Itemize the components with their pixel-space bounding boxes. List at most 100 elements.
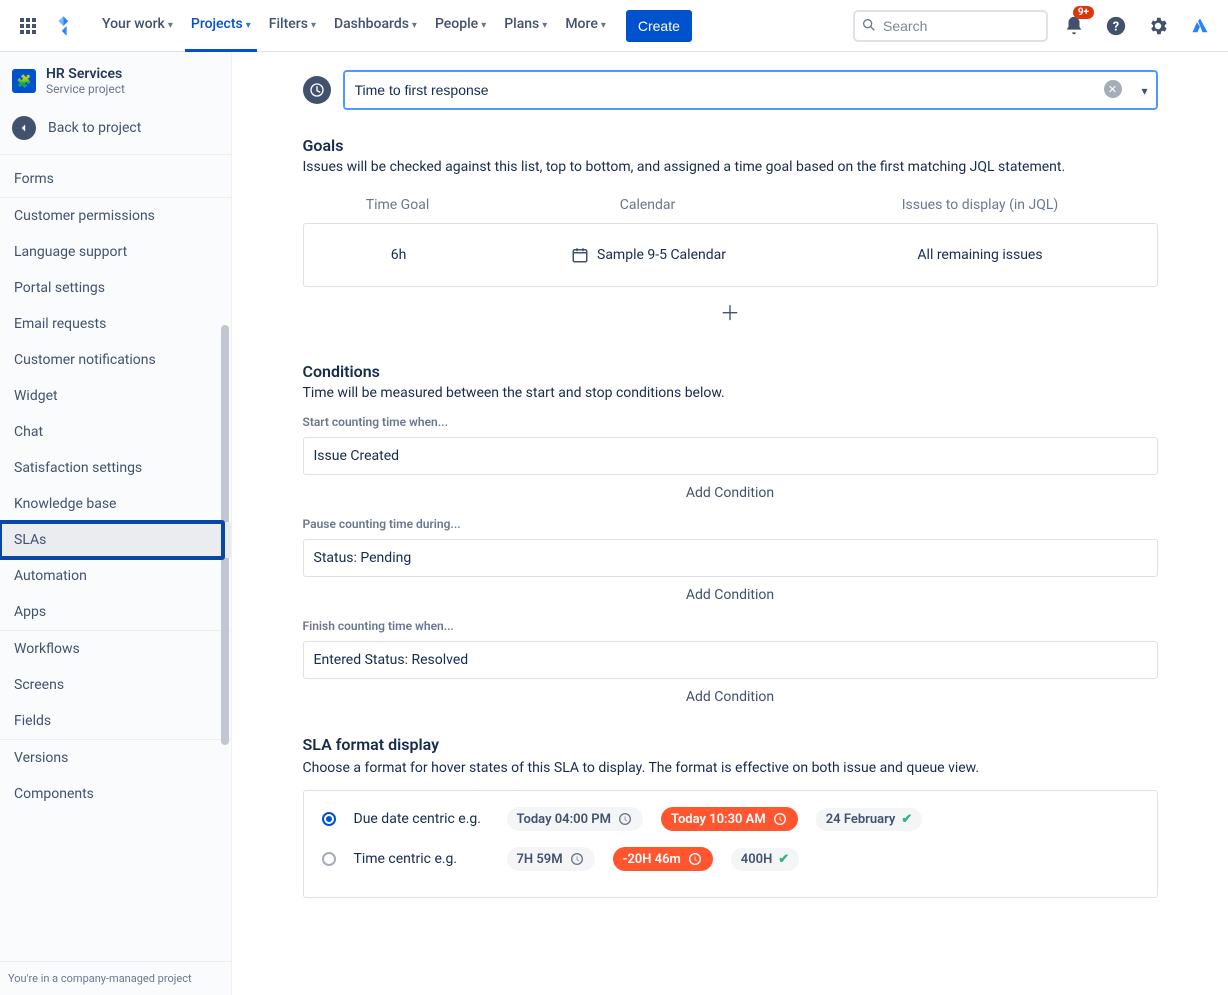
pill-text: -20H 46m [623,852,681,867]
nav-filters[interactable]: Filters▾ [263,0,322,52]
project-name: HR Services [46,66,125,82]
finish-label: Finish counting time when... [303,619,1158,633]
clock-icon [303,76,331,104]
nav-plans[interactable]: Plans▾ [498,0,553,52]
sidebar-item-knowledge-base[interactable]: Knowledge base [0,486,231,522]
pill-time-red: -20H 46m [613,847,713,871]
radio-time-centric[interactable] [322,852,336,866]
finish-condition-box[interactable]: Entered Status: Resolved [303,641,1158,679]
goals-title: Goals [303,136,1158,155]
sidebar-item-slas[interactable]: SLAs [0,522,231,558]
pill-text: Today 04:00 PM [517,812,611,827]
conditions-title: Conditions [303,362,1158,381]
chevron-down-icon: ▾ [601,20,606,31]
help-icon[interactable]: ? [1100,10,1132,42]
nav-projects[interactable]: Projects▾ [185,0,257,52]
sidebar-item-customer-permissions[interactable]: Customer permissions [0,198,231,234]
project-avatar: 🧩 [12,69,36,93]
sla-name-field: ✕ ▾ [343,70,1158,110]
col-time-goal: Time Goal [303,197,493,213]
radio-due-date[interactable] [322,812,336,826]
project-type: Service project [46,82,125,96]
top-nav: Your work▾ Projects▾ Filters▾ Dashboards… [0,0,1228,52]
search-input[interactable] [853,10,1048,42]
sidebar-item-components[interactable]: Components [0,776,231,804]
nav-left: Your work▾ Projects▾ Filters▾ Dashboards… [12,0,692,52]
search-wrap [853,10,1048,42]
add-goal-icon[interactable]: ＋ [720,301,740,325]
sidebar-item-portal-settings[interactable]: Portal settings [0,270,231,306]
pause-value: Status: Pending [314,550,412,566]
sidebar-item-forms[interactable]: Forms [0,161,231,197]
nav-label: More [565,16,598,32]
settings-icon[interactable] [1142,10,1174,42]
nav-label: Plans [504,16,539,32]
search-icon [861,17,877,33]
chevron-down-icon: ▾ [481,20,486,31]
radio-due-label: Due date centric e.g. [354,811,489,827]
sidebar-item-widget[interactable]: Widget [0,378,231,414]
format-row-time: Time centric e.g. 7H 59M -20H 46m 400H ✔ [322,847,1139,871]
nav-dashboards[interactable]: Dashboards▾ [328,0,423,52]
sidebar-item-satisfaction[interactable]: Satisfaction settings [0,450,231,486]
back-label: Back to project [48,120,141,136]
atlassian-icon[interactable] [1184,10,1216,42]
start-value: Issue Created [314,448,400,464]
layout: 🧩 HR Services Service project Back to pr… [0,52,1228,995]
pill-text: 7H 59M [517,852,563,867]
sidebar-item-apps[interactable]: Apps [0,594,231,630]
sidebar-item-email-requests[interactable]: Email requests [0,306,231,342]
nav-people[interactable]: People▾ [429,0,492,52]
conditions-desc: Time will be measured between the start … [303,385,1158,401]
chevron-down-icon: ▾ [542,20,547,31]
pause-condition-box[interactable]: Status: Pending [303,539,1158,577]
nav-your-work[interactable]: Your work▾ [96,0,179,52]
sidebar-item-fields[interactable]: Fields [0,703,231,739]
sidebar-item-versions[interactable]: Versions [0,740,231,776]
chevron-down-icon: ▾ [412,20,417,31]
goal-row[interactable]: 6h Sample 9-5 Calendar All remaining iss… [304,224,1157,286]
jira-logo-icon[interactable] [52,13,78,39]
goal-time: 6h [304,247,494,263]
sidebar-item-customer-notifications[interactable]: Customer notifications [0,342,231,378]
nav-more[interactable]: More▾ [559,0,612,52]
goals-header: Time Goal Calendar Issues to display (in… [303,189,1158,223]
sla-name-input[interactable] [343,70,1158,110]
sidebar: 🧩 HR Services Service project Back to pr… [0,52,232,995]
sidebar-item-language-support[interactable]: Language support [0,234,231,270]
clear-icon[interactable]: ✕ [1104,80,1122,98]
format-row-due: Due date centric e.g. Today 04:00 PM Tod… [322,807,1139,831]
pill-time-grey: 7H 59M [507,847,595,871]
chevron-down-icon[interactable]: ▾ [1141,84,1147,98]
back-to-project[interactable]: Back to project [0,102,231,154]
chevron-down-icon: ▾ [168,20,173,31]
app-switcher-icon[interactable] [12,10,44,42]
add-finish-condition[interactable]: Add Condition [303,681,1158,711]
check-icon: ✔ [901,812,912,827]
sidebar-item-automation[interactable]: Automation [0,558,231,594]
clock-icon [772,811,788,827]
nav-label: Projects [191,16,243,32]
col-jql: Issues to display (in JQL) [803,197,1158,213]
goal-calendar: Sample 9-5 Calendar [494,246,804,264]
start-condition-box[interactable]: Issue Created [303,437,1158,475]
notifications-icon[interactable]: 9+ [1058,10,1090,42]
pill-text: Today 10:30 AM [671,812,766,827]
add-pause-condition[interactable]: Add Condition [303,579,1158,609]
goal-jql: All remaining issues [804,247,1157,263]
clock-icon [687,851,703,867]
pill-due-red: Today 10:30 AM [661,807,798,831]
finish-value: Entered Status: Resolved [314,652,469,668]
pill-time-done: 400H ✔ [731,848,799,871]
sidebar-item-workflows[interactable]: Workflows [0,631,231,667]
add-goal-row: ＋ [303,287,1158,336]
create-button[interactable]: Create [626,10,692,42]
sidebar-item-screens[interactable]: Screens [0,667,231,703]
format-box: Due date centric e.g. Today 04:00 PM Tod… [303,790,1158,898]
chevron-down-icon: ▾ [246,20,251,31]
sidebar-footer: You're in a company-managed project [0,961,231,995]
sidebar-scroll[interactable]: Forms Customer permissions Language supp… [0,155,231,961]
sidebar-item-chat[interactable]: Chat [0,414,231,450]
add-start-condition[interactable]: Add Condition [303,477,1158,507]
pause-label: Pause counting time during... [303,517,1158,531]
